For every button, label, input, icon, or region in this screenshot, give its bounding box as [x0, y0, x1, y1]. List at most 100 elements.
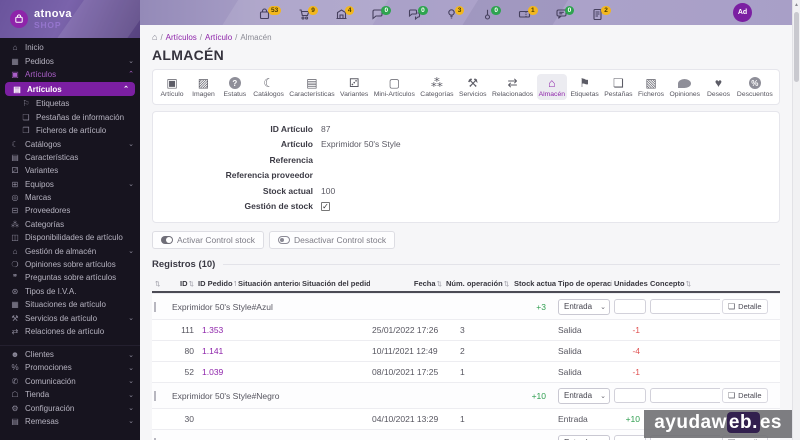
- row-checkbox[interactable]: [154, 301, 156, 312]
- conversations-icon[interactable]: 0: [408, 5, 428, 21]
- tab-cat-logos[interactable]: ☾ Catálogos: [251, 74, 286, 100]
- column-header-Tipo de operación[interactable]: Tipo de operación⇅: [556, 279, 612, 288]
- shopping-bag-icon[interactable]: 53: [258, 5, 282, 21]
- sidebar-item-relaciones-de-art-culo[interactable]: ⇄ Relaciones de artículo: [0, 325, 140, 338]
- sidebar-item-caracter-sticas[interactable]: ▤ Características: [0, 151, 140, 164]
- categories-icon: ⁂: [430, 76, 443, 90]
- sidebar-item-remesas[interactable]: ▤ Remesas ⌄: [0, 415, 140, 428]
- chat-icon[interactable]: 0: [371, 5, 392, 21]
- sidebar-item-cat-logos[interactable]: ☾ Catálogos ⌄: [0, 137, 140, 150]
- tab-etiquetas[interactable]: ⚑ Etiquetas: [568, 74, 600, 100]
- column-header-Situación del pedido[interactable]: Situación del pedido⇅: [300, 279, 370, 288]
- operation-type-select[interactable]: Entrada⌄: [558, 298, 610, 315]
- sidebar-item-equipos[interactable]: ⊞ Equipos ⌄: [0, 178, 140, 191]
- sidebar-item-promociones[interactable]: % Promociones ⌄: [0, 361, 140, 374]
- column-header-Concepto[interactable]: Concepto⇅: [648, 279, 720, 288]
- thermometer-icon[interactable]: 0: [481, 5, 501, 21]
- tab-pesta-as[interactable]: ❏ Pestañas: [602, 74, 634, 100]
- sidebar-item-inicio[interactable]: ⌂ Inicio: [0, 41, 140, 54]
- tab-variantes[interactable]: ⚂ Variantes: [338, 74, 370, 100]
- tab-relacionados[interactable]: ⇄ Relacionados: [490, 74, 535, 100]
- brand-logo[interactable]: atnova SHOP: [0, 0, 140, 38]
- deactivate-stock-control-button[interactable]: Desactivar Control stock: [268, 231, 396, 249]
- column-header-ID Pedido[interactable]: ID Pedido⇅: [196, 279, 236, 288]
- tab-almac-n[interactable]: ⌂ Almacén: [536, 74, 568, 100]
- sidebar-item-situaciones-de-art-culo[interactable]: ▦ Situaciones de artículo: [0, 298, 140, 311]
- home-icon[interactable]: ⌂: [152, 32, 157, 42]
- concept-input[interactable]: [650, 388, 720, 403]
- column-header-Fecha[interactable]: Fecha⇅: [370, 279, 444, 288]
- sidebar-item-marcas[interactable]: ◎ Marcas: [0, 191, 140, 204]
- tab-categor-as[interactable]: ⁂ Categorías: [418, 74, 455, 100]
- detail-button[interactable]: ❏Detalle: [722, 388, 768, 403]
- sidebar-item-configuraci-n[interactable]: ⚙ Configuración ⌄: [0, 401, 140, 414]
- sidebar-item-etiquetas[interactable]: ⚐ Etiquetas: [0, 97, 140, 110]
- sidebar-item-tienda[interactable]: ☖ Tienda ⌄: [0, 388, 140, 401]
- tab-caracter-sticas[interactable]: ▤ Características: [287, 74, 336, 100]
- warehouse-icon[interactable]: 4: [335, 5, 355, 21]
- sidebar-item-preguntas-sobre-art-culos[interactable]: ❞ Preguntas sobre artículos: [0, 271, 140, 284]
- sidebar-item-disponibilidades-de-art-culo[interactable]: ◫ Disponibilidades de artículo: [0, 231, 140, 244]
- sidebar-item-opiniones-sobre-art-culos[interactable]: ❍ Opiniones sobre artículos: [0, 258, 140, 271]
- concept-input[interactable]: [650, 299, 720, 314]
- order-id-link[interactable]: 1.353: [196, 325, 236, 335]
- sort-icon[interactable]: ⇅: [189, 281, 194, 288]
- column-header-Situación anterior[interactable]: Situación anterior⇅: [236, 279, 300, 288]
- units-input[interactable]: [614, 299, 646, 314]
- sidebar-item-comunicaci-n[interactable]: ✆ Comunicación ⌄: [0, 375, 140, 388]
- sort-icon[interactable]: ⇅: [504, 281, 509, 288]
- scrollbar-thumb[interactable]: [794, 12, 799, 82]
- tab-opiniones[interactable]: Opiniones: [667, 74, 702, 100]
- breadcrumb-articulos[interactable]: Artículos: [166, 33, 197, 42]
- sidebar-item-servicios-de-art-culo[interactable]: ⚒ Servicios de artículo ⌄: [0, 311, 140, 324]
- sort-icon[interactable]: ⇅: [686, 281, 691, 288]
- sidebar-item-art-culos[interactable]: ▣ Artículos ⌃: [0, 68, 140, 81]
- categories-icon: ⁂: [11, 219, 19, 229]
- tab-ficheros[interactable]: ▧ Ficheros: [636, 74, 666, 100]
- units-input[interactable]: [614, 435, 646, 440]
- cart-icon[interactable]: 9: [298, 5, 318, 21]
- tab-deseos[interactable]: ♥ Deseos: [703, 74, 733, 100]
- idea-icon[interactable]: 3: [445, 5, 465, 21]
- breadcrumb-articulo[interactable]: Artículo: [205, 33, 232, 42]
- operation-type-select[interactable]: Entrada⌄: [558, 387, 610, 404]
- suppliers-icon: ⊟: [11, 206, 19, 216]
- tab-art-culo[interactable]: ▣ Artículo: [157, 74, 187, 100]
- operation-type-select[interactable]: Entrada⌄: [558, 434, 610, 440]
- report-icon[interactable]: 2: [591, 5, 611, 21]
- stock-management-checkbox[interactable]: ✓: [321, 201, 330, 211]
- comment-icon[interactable]: 0: [555, 5, 575, 21]
- user-avatar[interactable]: Ad: [733, 3, 752, 22]
- sidebar-item-art-culos[interactable]: ▤ Artículos ⌃: [5, 82, 135, 97]
- scroll-up-icon[interactable]: ▲: [793, 0, 800, 8]
- sidebar-item-pedidos[interactable]: ▦ Pedidos ⌄: [0, 54, 140, 67]
- tab-mini-art-culos[interactable]: ▢ Mini-Artículos: [372, 74, 417, 100]
- order-id-link[interactable]: 1.039: [196, 367, 236, 377]
- ticket-icon[interactable]: 1: [518, 5, 538, 21]
- sidebar-item-proveedores[interactable]: ⊟ Proveedores: [0, 204, 140, 217]
- order-id-link[interactable]: 1.141: [196, 346, 236, 356]
- sidebar-item-ficheros-de-art-culo[interactable]: ❐ Ficheros de artículo: [0, 124, 140, 137]
- tab-estatus[interactable]: ? Estatus: [220, 74, 250, 100]
- page-scrollbar[interactable]: ▲: [792, 0, 800, 440]
- units-input[interactable]: [614, 388, 646, 403]
- row-checkbox[interactable]: [154, 390, 156, 401]
- sidebar-item-tipos-de-i-v-a-[interactable]: ⊛ Tipos de I.V.A.: [0, 285, 140, 298]
- column-header-Núm. operación[interactable]: Núm. operación⇅: [444, 279, 512, 288]
- sidebar-item-variantes[interactable]: ⚂ Variantes: [0, 164, 140, 177]
- tab-imagen[interactable]: ▨ Imagen: [188, 74, 218, 100]
- tab-servicios[interactable]: ⚒ Servicios: [457, 74, 489, 100]
- sort-icon[interactable]: ⇅: [437, 281, 442, 288]
- sidebar-item-gesti-n-de-almac-n[interactable]: ⌂ Gestión de almacén ⌄: [0, 244, 140, 257]
- sidebar-item-categor-as[interactable]: ⁂ Categorías: [0, 218, 140, 231]
- sort-icon[interactable]: ⇅: [155, 281, 160, 288]
- activate-stock-control-button[interactable]: Activar Control stock: [152, 231, 264, 249]
- sidebar-item-clientes[interactable]: ☻ Clientes ⌄: [0, 345, 140, 361]
- sidebar-item-pesta-as-de-informaci-n[interactable]: ❏ Pestañas de información: [0, 111, 140, 124]
- column-header-Stock actual[interactable]: Stock actual⇅: [512, 279, 556, 288]
- column-header-ID[interactable]: ID⇅: [170, 279, 196, 288]
- column-header-select[interactable]: ⇅: [152, 279, 170, 288]
- detail-button[interactable]: ❏Detalle: [722, 299, 768, 314]
- tab-descuentos[interactable]: % Descuentos: [735, 74, 775, 100]
- column-header-Unidades[interactable]: Unidades⇅: [612, 279, 648, 288]
